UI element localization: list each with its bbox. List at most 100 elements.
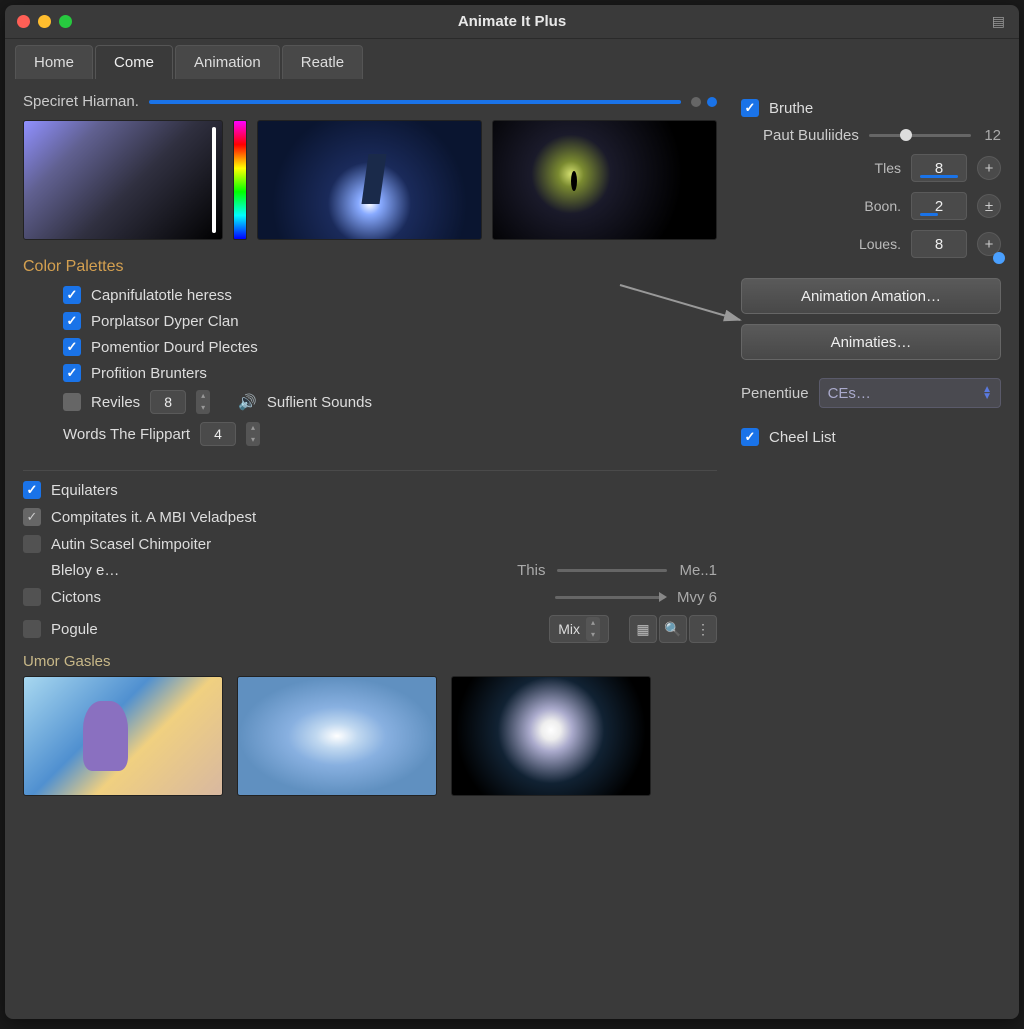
gallery-thumb-2[interactable]: [237, 676, 437, 796]
titlebar: Animate It Plus ▤: [5, 5, 1019, 39]
boon-plus-button[interactable]: ±: [977, 194, 1001, 218]
checkbox[interactable]: [741, 428, 759, 446]
palette-checklist: Capnifulatotle heress Porplatsor Dyper C…: [23, 286, 717, 446]
equilaters-row: Equilaters: [23, 481, 717, 499]
pogule-row: Pogule Mix ▦ 🔍 ⋮: [23, 615, 717, 643]
palettes-heading: Color Palettes: [23, 258, 717, 276]
animaties-button[interactable]: Animaties…: [741, 324, 1001, 360]
reviles-row: Reviles 8 🔊 Suflient Sounds: [63, 390, 717, 414]
loues-value[interactable]: 8: [911, 230, 967, 258]
preview-thumb-2[interactable]: [492, 120, 717, 240]
paut-slider[interactable]: [869, 134, 971, 137]
mix-toolbar: Mix ▦ 🔍 ⋮: [549, 615, 717, 643]
top-slider[interactable]: [149, 100, 681, 104]
penentiue-row: Penentiue CEs… ▲▼: [741, 378, 1001, 408]
checkbox[interactable]: [63, 364, 81, 382]
slider-page-dots[interactable]: [691, 97, 717, 107]
checkbox[interactable]: [63, 338, 81, 356]
checkbox[interactable]: [23, 481, 41, 499]
this-label: This: [517, 562, 545, 579]
sound-icon: 🔊: [238, 393, 257, 411]
words-label: Words The Flippart: [63, 426, 190, 443]
tab-come[interactable]: Come: [95, 45, 173, 79]
tab-animation[interactable]: Animation: [175, 45, 280, 79]
checkbox[interactable]: [23, 588, 41, 606]
grid-icon[interactable]: ▦: [629, 615, 657, 643]
loues-row: Loues. 8 +: [741, 230, 1001, 258]
search-icon[interactable]: 🔍: [659, 615, 687, 643]
gallery-thumbs: [23, 676, 717, 796]
palette-label: Capnifulatotle heress: [91, 287, 232, 304]
bruthe-label: Bruthe: [769, 100, 813, 117]
right-panel: Bruthe Paut Buuliides 12 Tles 8 + Boon. …: [741, 93, 1001, 1005]
words-stepper[interactable]: [246, 422, 260, 446]
cheel-label: Cheel List: [769, 429, 836, 446]
hue-slider[interactable]: [233, 120, 247, 240]
bleloy-label: Bleloy e…: [51, 562, 119, 579]
loues-knob-icon[interactable]: [993, 252, 1005, 264]
checkbox[interactable]: [741, 99, 759, 117]
dot-2[interactable]: [707, 97, 717, 107]
cictons-slider[interactable]: [555, 596, 665, 599]
compitates-row: Compitates it. A MBI Veladpest: [23, 508, 717, 526]
pogule-label: Pogule: [51, 621, 98, 638]
paut-label: Paut Buuliides: [763, 127, 859, 144]
boon-row: Boon. 2 ±: [741, 192, 1001, 220]
tles-label: Tles: [851, 160, 901, 176]
content: Speciret Hiarnan. Color Palettes Capnifu…: [5, 79, 1019, 1019]
reviles-value[interactable]: 8: [150, 390, 186, 414]
preview-row: [23, 120, 717, 240]
penentiue-select[interactable]: CEs… ▲▼: [819, 378, 1001, 408]
tab-home[interactable]: Home: [15, 45, 93, 79]
tles-plus-button[interactable]: +: [977, 156, 1001, 180]
checkbox[interactable]: [63, 312, 81, 330]
checkbox[interactable]: [63, 393, 81, 411]
mix-stepper[interactable]: [586, 617, 600, 641]
bruthe-row: Bruthe: [741, 99, 1001, 117]
paut-value: 12: [981, 127, 1001, 144]
this-slider-group: This Me..1: [517, 562, 717, 579]
compitates-label: Compitates it. A MBI Veladpest: [51, 509, 256, 526]
suflient-label: Suflient Sounds: [267, 394, 372, 411]
penentiue-label: Penentiue: [741, 385, 809, 402]
window-title: Animate It Plus: [5, 13, 1019, 30]
checkbox[interactable]: [63, 286, 81, 304]
bleloy-row: Bleloy e… This Me..1: [23, 562, 717, 579]
more-icon[interactable]: ⋮: [689, 615, 717, 643]
cheel-row: Cheel List: [741, 428, 1001, 446]
top-label: Speciret Hiarnan.: [23, 93, 139, 110]
palette-item: Porplatsor Dyper Clan: [63, 312, 717, 330]
top-slider-row: Speciret Hiarnan.: [23, 93, 717, 110]
preview-thumb-1[interactable]: [257, 120, 482, 240]
tab-reatle[interactable]: Reatle: [282, 45, 363, 79]
equilaters-label: Equilaters: [51, 482, 118, 499]
autin-label: Autin Scasel Chimpoiter: [51, 536, 211, 553]
reviles-label: Reviles: [91, 394, 140, 411]
collapse-icon[interactable]: ▤: [992, 13, 1005, 30]
checkbox[interactable]: [23, 535, 41, 553]
words-row: Words The Flippart 4: [23, 422, 717, 446]
boon-value[interactable]: 2: [911, 192, 967, 220]
words-value[interactable]: 4: [200, 422, 236, 446]
palette-label: Porplatsor Dyper Clan: [91, 313, 239, 330]
tles-value[interactable]: 8: [911, 154, 967, 182]
color-gradient-picker[interactable]: [23, 120, 223, 240]
divider: [23, 470, 717, 471]
mix-dropdown[interactable]: Mix: [549, 615, 609, 643]
gallery-thumb-3[interactable]: [451, 676, 651, 796]
left-panel: Speciret Hiarnan. Color Palettes Capnifu…: [23, 93, 717, 1005]
dot-1[interactable]: [691, 97, 701, 107]
tabbar: Home Come Animation Reatle: [5, 39, 1019, 79]
palette-label: Profition Brunters: [91, 365, 207, 382]
options-list: Equilaters Compitates it. A MBI Veladpes…: [23, 481, 717, 643]
app-window: Animate It Plus ▤ Home Come Animation Re…: [5, 5, 1019, 1019]
reviles-stepper[interactable]: [196, 390, 210, 414]
paut-row: Paut Buuliides 12: [763, 127, 1001, 144]
gallery-thumb-1[interactable]: [23, 676, 223, 796]
this-slider[interactable]: [557, 569, 667, 572]
checkbox[interactable]: [23, 620, 41, 638]
palette-item: Capnifulatotle heress: [63, 286, 717, 304]
toolbar-buttons: ▦ 🔍 ⋮: [629, 615, 717, 643]
animation-amation-button[interactable]: Animation Amation…: [741, 278, 1001, 314]
checkbox[interactable]: [23, 508, 41, 526]
